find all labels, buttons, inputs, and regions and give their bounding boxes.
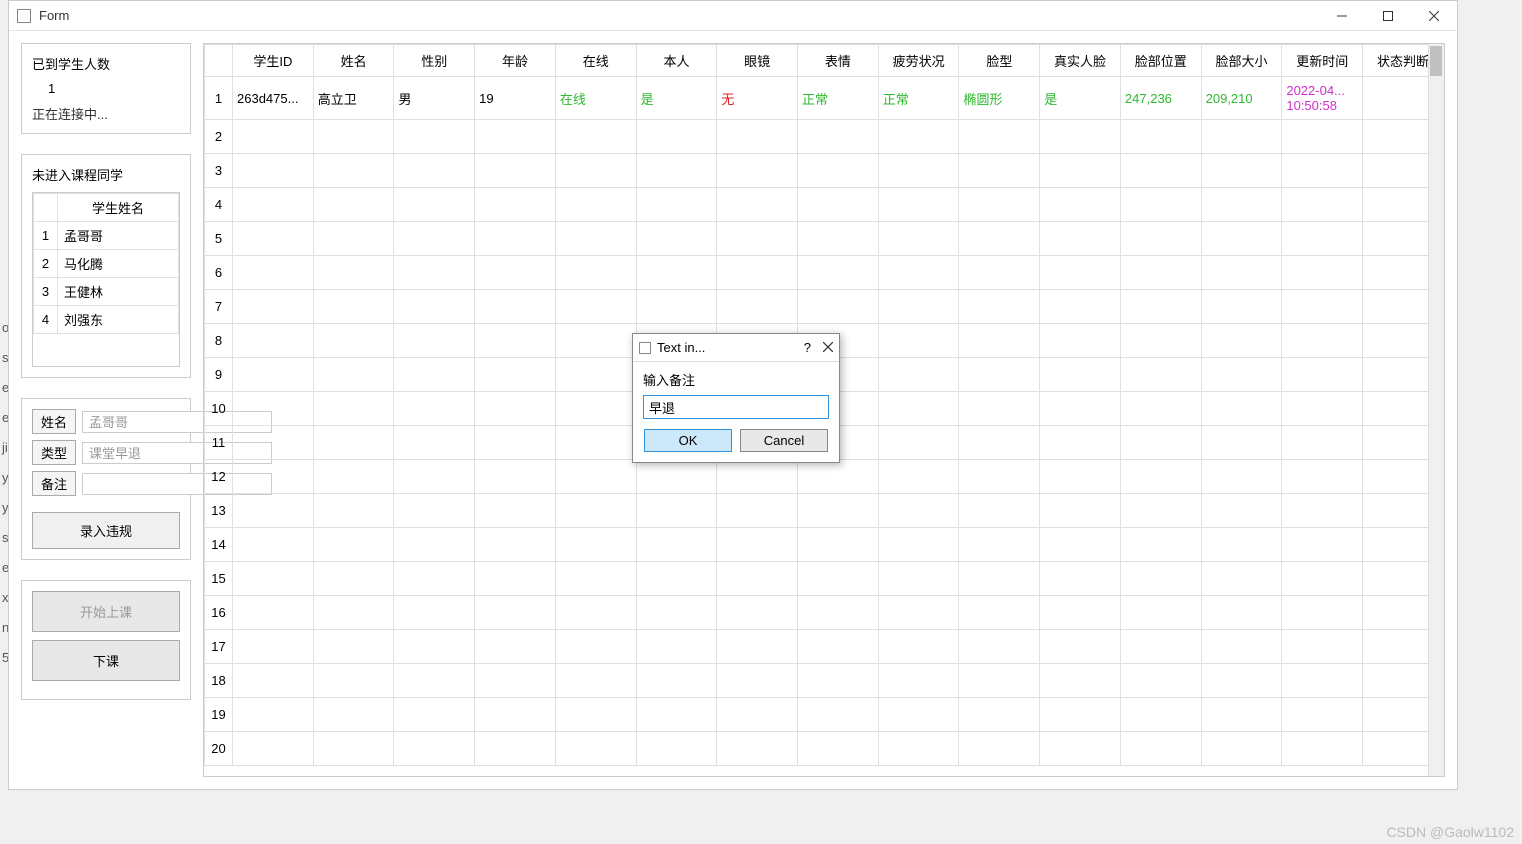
column-header[interactable]: 脸部大小 [1201,45,1282,77]
dialog-cancel-button[interactable]: Cancel [740,429,828,452]
table-row[interactable]: 12 [205,460,1444,494]
type-label: 类型 [32,440,76,465]
class-actions-panel: 开始上课 下课 [21,580,191,700]
column-header[interactable]: 脸部位置 [1120,45,1201,77]
arrived-label: 已到学生人数 [32,54,180,73]
column-header[interactable]: 脸型 [959,45,1040,77]
main-table-scrollbar[interactable] [1428,44,1444,776]
dialog-help-button[interactable]: ? [804,340,811,355]
dialog-titlebar: Text in... ? [633,334,839,362]
list-item[interactable]: 3王健林 [34,278,179,306]
scrollbar-thumb[interactable] [1430,46,1442,76]
name-label: 姓名 [32,409,76,434]
column-header[interactable]: 年龄 [475,45,556,77]
table-row[interactable]: 5 [205,222,1444,256]
not-entered-title: 未进入课程同学 [32,165,180,184]
list-item[interactable]: 2马化腾 [34,250,179,278]
column-header[interactable]: 本人 [636,45,717,77]
violation-form-panel: 姓名 类型 备注 录入违规 [21,398,191,560]
table-row[interactable]: 13 [205,494,1444,528]
end-class-button[interactable]: 下课 [32,640,180,681]
column-header[interactable]: 更新时间 [1282,45,1363,77]
dialog-ok-button[interactable]: OK [644,429,732,452]
dialog-title: Text in... [657,340,705,355]
student-name-header: 学生姓名 [58,194,179,222]
app-icon [17,9,31,23]
not-entered-panel: 未进入课程同学 学生姓名 1孟哥哥2马化腾3王健林4刘强东 [21,154,191,378]
column-header[interactable]: 真实人脸 [1040,45,1121,77]
table-row[interactable]: 19 [205,698,1444,732]
table-row[interactable]: 4 [205,188,1444,222]
dialog-icon [639,342,651,354]
column-header[interactable]: 学生ID [233,45,314,77]
table-row[interactable]: 3 [205,154,1444,188]
table-row[interactable]: 1 263d475...高立卫男19 在线是 无正常 正常椭圆形 是247,23… [205,77,1444,120]
remark-label: 备注 [32,471,76,496]
minimize-button[interactable] [1319,1,1365,31]
connection-status: 正在连接中... [32,104,180,123]
start-class-button[interactable]: 开始上课 [32,591,180,632]
text-input-dialog: Text in... ? 输入备注 OK Cancel [632,333,840,463]
table-row[interactable]: 20 [205,732,1444,766]
titlebar: Form [9,1,1457,31]
table-row[interactable]: 16 [205,596,1444,630]
column-header[interactable]: 在线 [555,45,636,77]
dialog-close-button[interactable] [823,340,833,355]
watermark: CSDN @Gaolw1102 [1386,824,1514,840]
table-row[interactable]: 17 [205,630,1444,664]
column-header[interactable]: 表情 [798,45,879,77]
table-row[interactable]: 2 [205,120,1444,154]
dialog-input[interactable] [643,395,829,419]
list-item[interactable]: 4刘强东 [34,306,179,334]
arrived-panel: 已到学生人数 1 正在连接中... [21,43,191,134]
table-row[interactable]: 7 [205,290,1444,324]
column-header[interactable]: 姓名 [313,45,394,77]
sidebar: 已到学生人数 1 正在连接中... 未进入课程同学 学生姓名 1孟哥哥2马化腾3… [21,43,191,777]
arrived-count: 1 [32,81,180,96]
table-row[interactable]: 15 [205,562,1444,596]
table-row[interactable]: 18 [205,664,1444,698]
student-list[interactable]: 学生姓名 1孟哥哥2马化腾3王健林4刘强东 [32,192,180,367]
column-header[interactable]: 性别 [394,45,475,77]
submit-violation-button[interactable]: 录入违规 [32,512,180,549]
dialog-label: 输入备注 [643,370,829,389]
close-button[interactable] [1411,1,1457,31]
window-title: Form [39,8,69,23]
column-header[interactable]: 疲劳状况 [878,45,959,77]
maximize-button[interactable] [1365,1,1411,31]
column-header[interactable]: 眼镜 [717,45,798,77]
list-item[interactable]: 1孟哥哥 [34,222,179,250]
table-row[interactable]: 14 [205,528,1444,562]
table-row[interactable]: 6 [205,256,1444,290]
